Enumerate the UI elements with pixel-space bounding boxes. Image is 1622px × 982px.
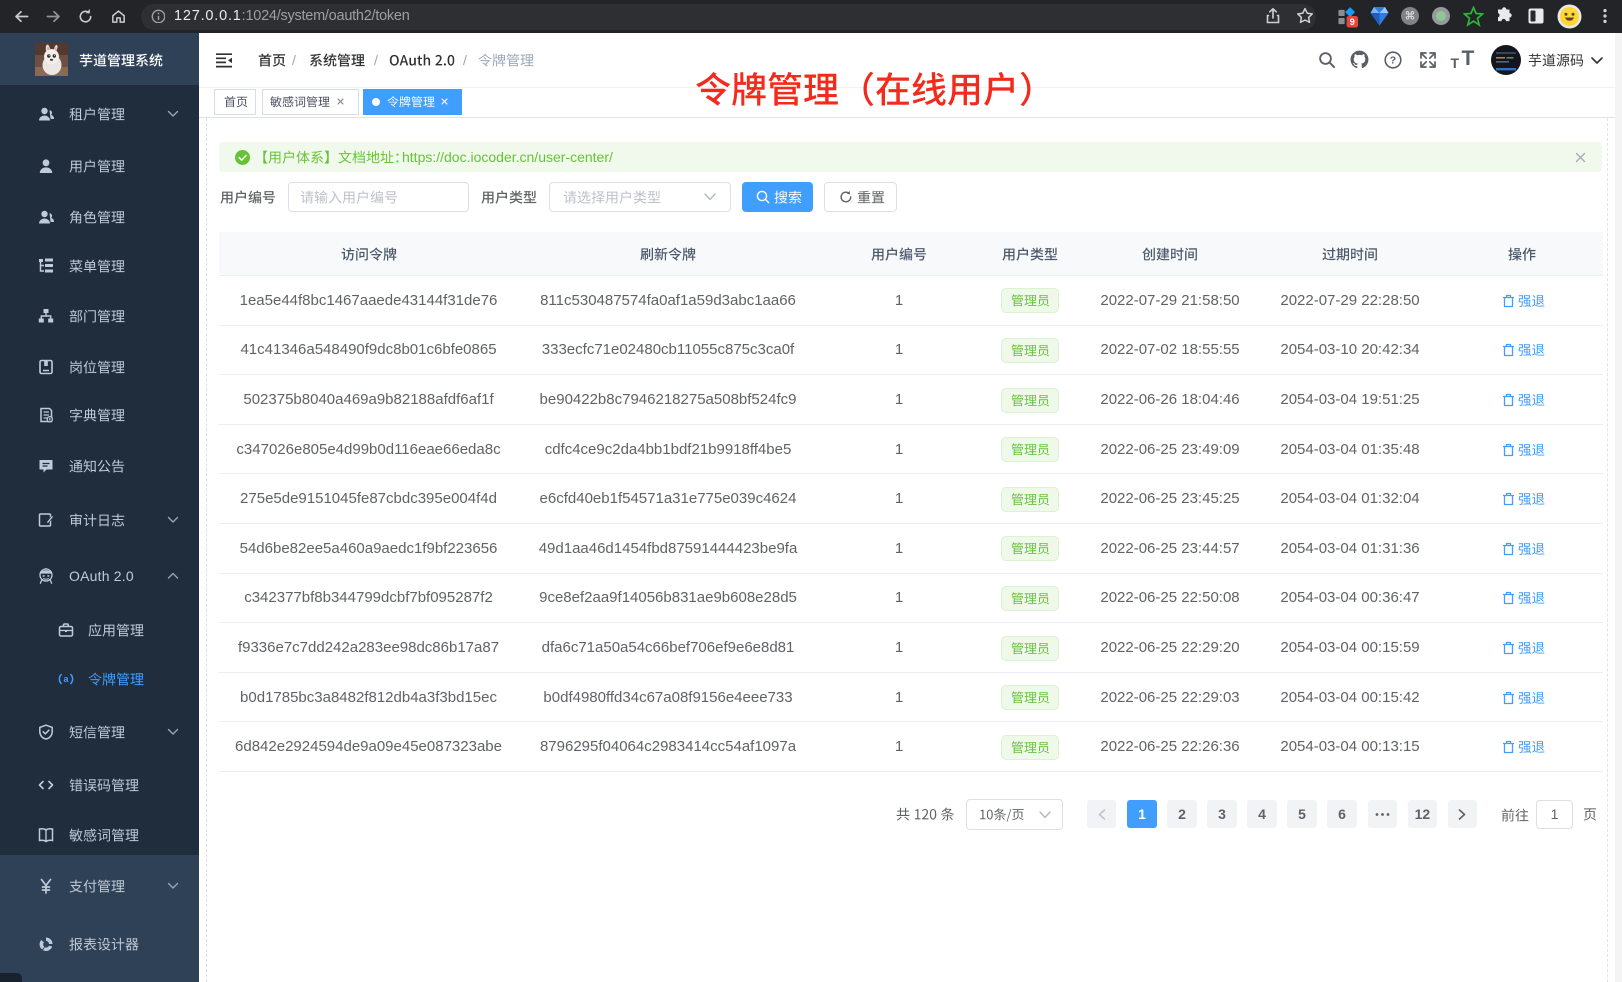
svg-text:?: ? (1390, 55, 1396, 67)
